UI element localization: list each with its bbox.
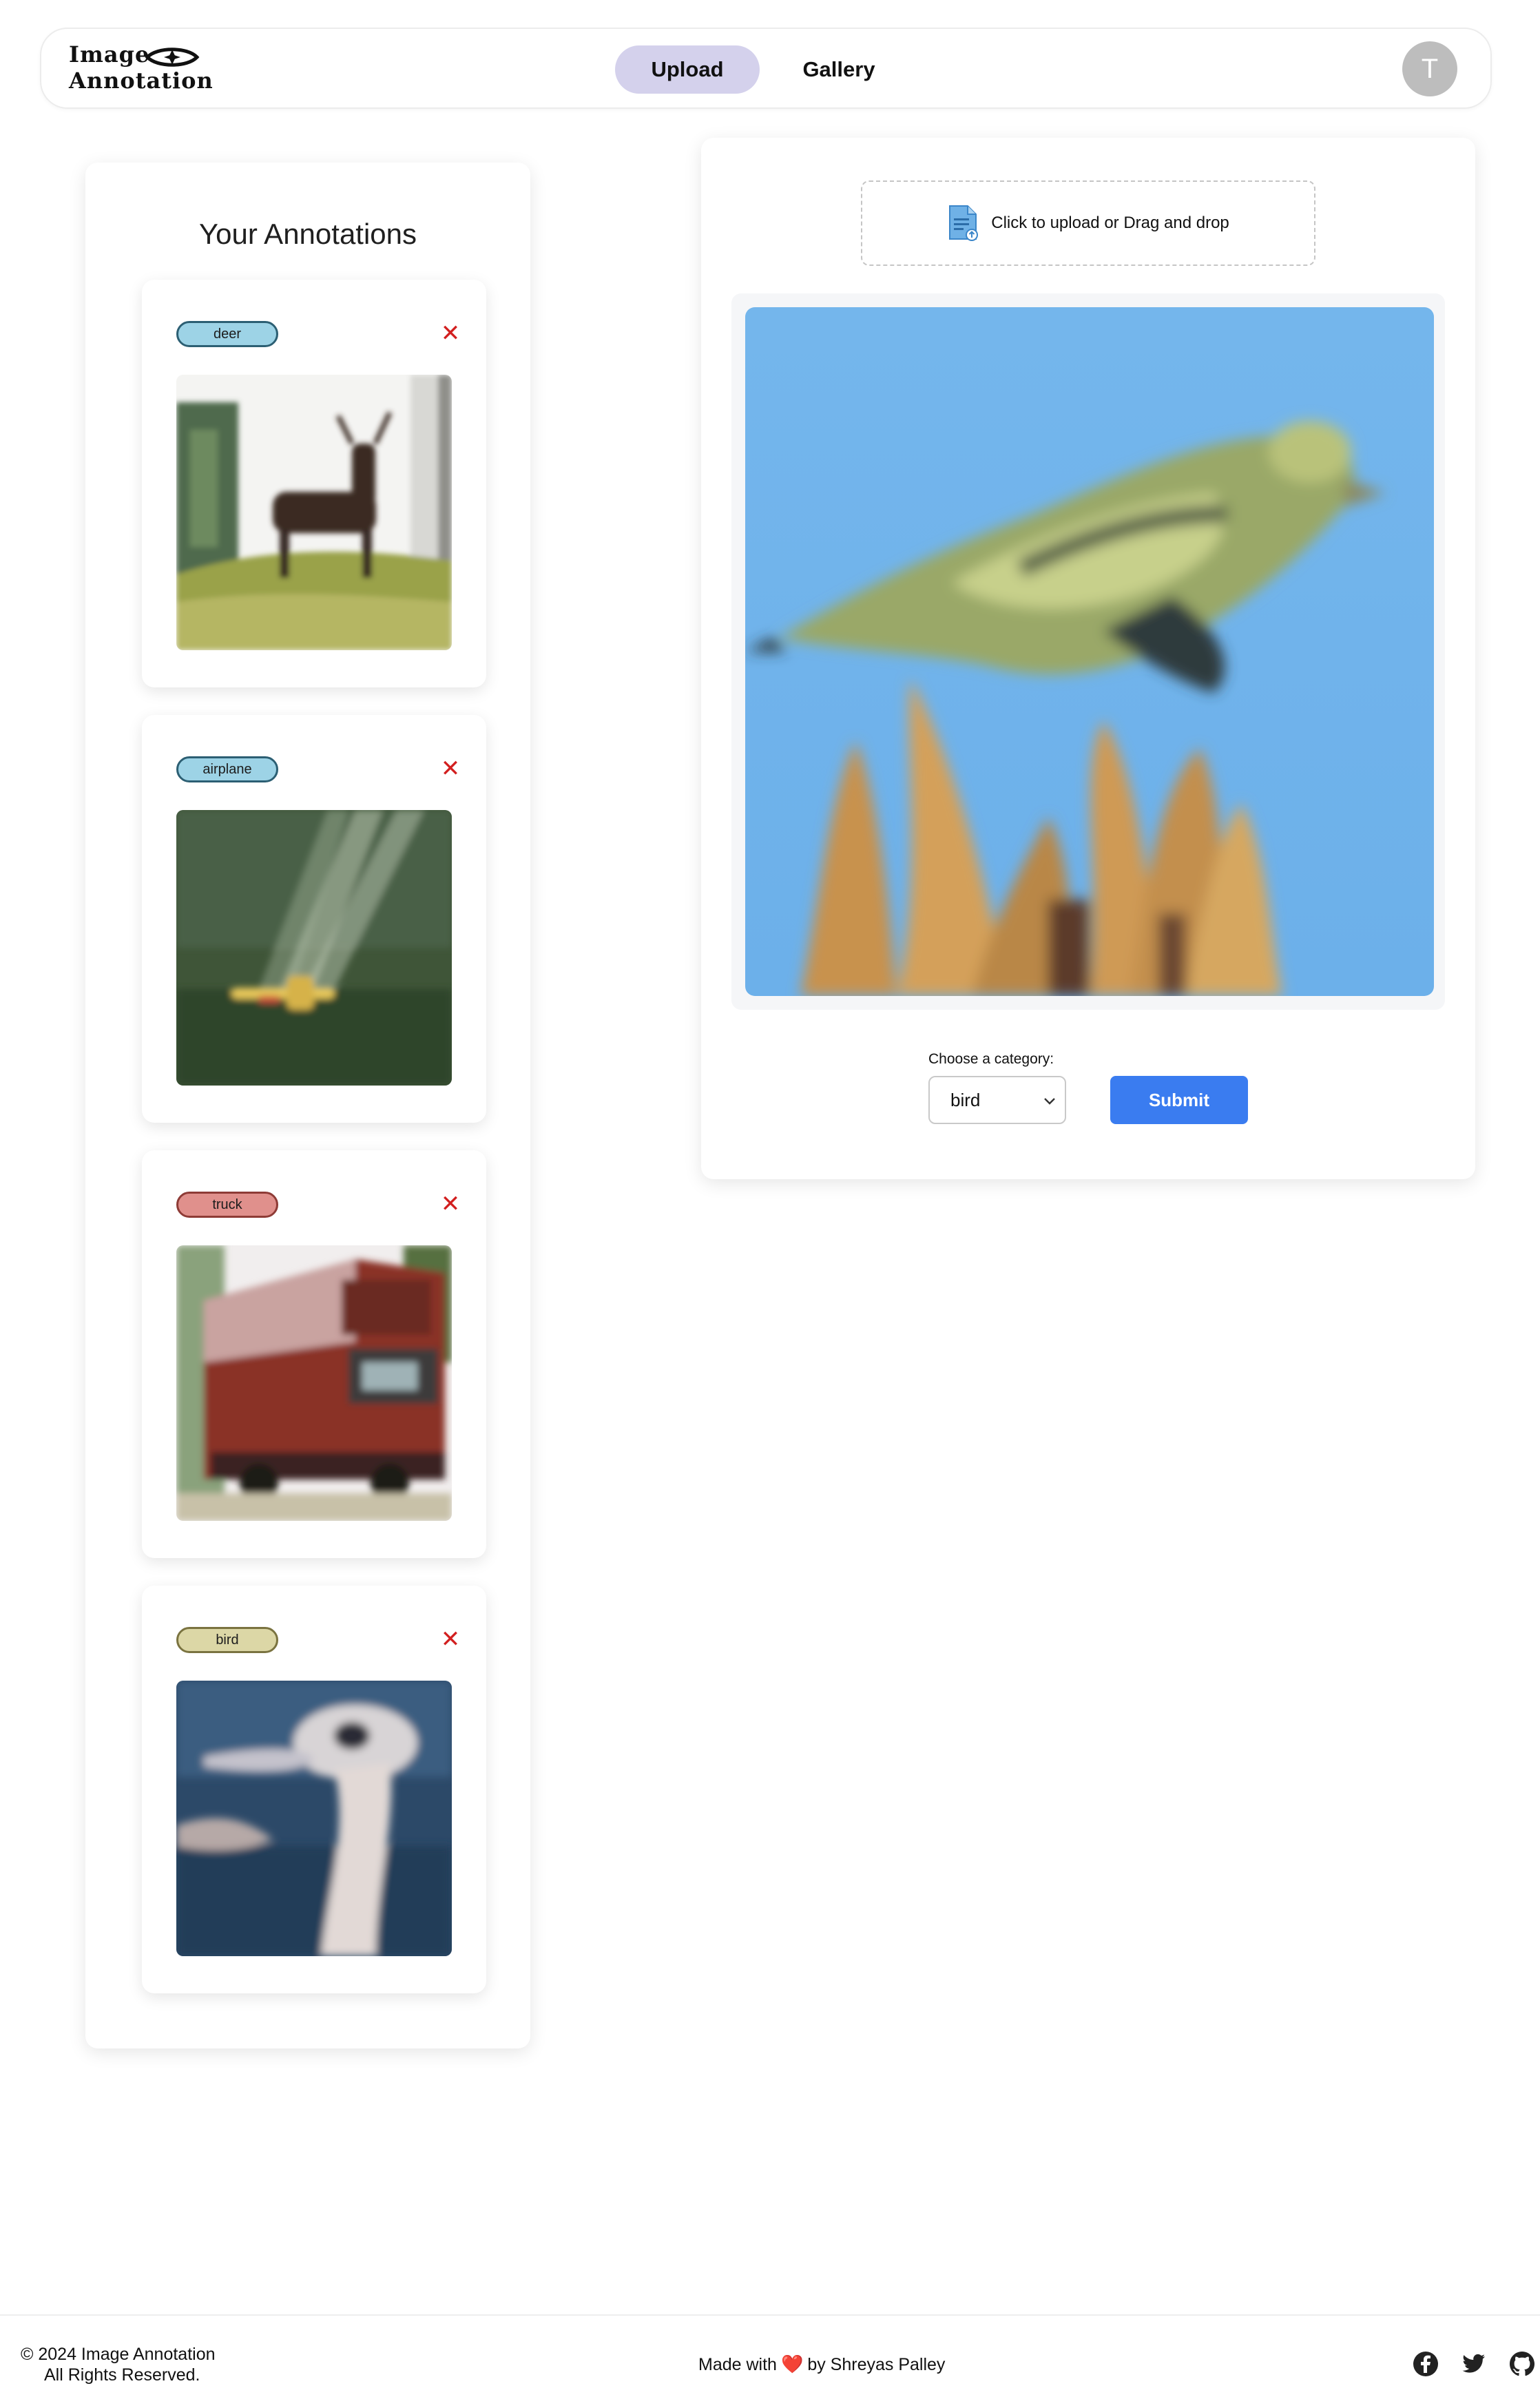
rights-text: All Rights Reserved. (44, 2365, 200, 2385)
chevron-down-icon (1044, 1098, 1055, 1105)
deer-photo (176, 375, 452, 650)
app-logo[interactable]: Image Annotation (69, 40, 213, 99)
made-with-credit: Made with ❤️ by Shreyas Palley (698, 2354, 945, 2375)
logo-text-image: Image (69, 41, 150, 68)
remove-annotation-icon[interactable]: ✕ (438, 320, 463, 347)
bird-photo (745, 307, 1434, 996)
annotations-title: Your Annotations (198, 218, 417, 250)
github-icon[interactable] (1508, 2350, 1536, 2378)
page-footer: © 2024 Image Annotation All Rights Reser… (0, 2314, 1540, 2397)
annotation-card: truck ✕ (142, 1150, 486, 1558)
logo-text-annotation: Annotation (69, 68, 214, 94)
category-tag: truck (176, 1192, 278, 1218)
airplane-photo (176, 810, 452, 1086)
category-select[interactable]: bird (928, 1076, 1066, 1124)
remove-annotation-icon[interactable]: ✕ (438, 1190, 463, 1218)
category-tag: airplane (176, 756, 278, 782)
facebook-icon[interactable] (1412, 2350, 1439, 2378)
annotation-card: deer ✕ (142, 280, 486, 687)
upload-file-icon (949, 205, 979, 241)
ostrich-photo (176, 1681, 452, 1956)
top-navbar: Image Annotation Upload Gallery T (40, 28, 1492, 109)
remove-annotation-icon[interactable]: ✕ (438, 1626, 463, 1653)
submit-button[interactable]: Submit (1110, 1076, 1248, 1124)
upload-dropzone[interactable]: Click to upload or Drag and drop (861, 180, 1315, 266)
image-preview-frame (731, 293, 1445, 1010)
nav-gallery-button[interactable]: Gallery (777, 45, 901, 94)
remove-annotation-icon[interactable]: ✕ (438, 755, 463, 782)
category-tag: deer (176, 321, 278, 347)
upload-panel: Click to upload or Drag and drop Choose … (701, 138, 1475, 1179)
made-with-text: Made with (698, 2354, 777, 2374)
heart-icon: ❤️ (780, 2354, 804, 2375)
annotation-card: airplane ✕ (142, 715, 486, 1123)
logo-eye-icon (145, 48, 200, 67)
nav-upload-button[interactable]: Upload (615, 45, 760, 94)
category-tag: bird (176, 1627, 278, 1653)
category-label: Choose a category: (928, 1051, 1054, 1067)
annotations-panel: Your Annotations deer ✕ airplane ✕ truck… (85, 163, 530, 2048)
user-avatar[interactable]: T (1402, 41, 1457, 96)
copyright-text: © 2024 Image Annotation (21, 2345, 216, 2364)
truck-photo (176, 1245, 452, 1521)
annotation-card: bird ✕ (142, 1586, 486, 1993)
dropzone-label: Click to upload or Drag and drop (991, 214, 1229, 232)
twitter-icon[interactable] (1460, 2350, 1488, 2378)
category-select-value: bird (950, 1089, 981, 1110)
made-by-text: by Shreyas Palley (807, 2354, 946, 2374)
